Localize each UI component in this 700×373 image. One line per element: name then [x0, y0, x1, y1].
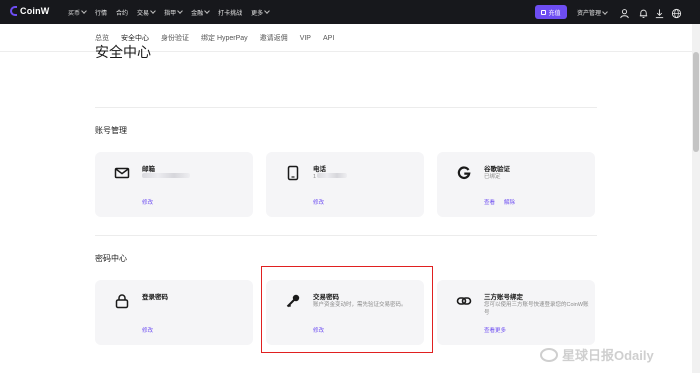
- phone-value-prefix: 1: [313, 174, 317, 180]
- watermark-text: 星球日报Odaily: [562, 348, 654, 363]
- google-auth-status: 已绑定: [484, 174, 501, 180]
- recharge-label: 充值: [548, 10, 561, 17]
- nav-item-finance[interactable]: 金融: [191, 8, 210, 17]
- coinw-logo[interactable]: CoinW: [10, 6, 50, 16]
- section-divider: [95, 235, 597, 236]
- logo-mark-icon: [10, 6, 17, 16]
- chevron-down-icon: [204, 8, 210, 14]
- account-section-title: 账号管理: [95, 126, 127, 135]
- lock-icon: [114, 293, 130, 309]
- google-auth-title: 谷歌验证: [484, 166, 510, 173]
- nav-item-trade[interactable]: 交易: [137, 8, 156, 17]
- download-icon[interactable]: [654, 6, 665, 19]
- globe-icon[interactable]: [671, 6, 682, 19]
- nav-item-market[interactable]: 行情: [95, 8, 107, 17]
- highlight-box: [261, 266, 433, 353]
- google-unbind-link[interactable]: 解除: [504, 198, 515, 206]
- third-party-binding-card: 三方账号绑定 您可以使用三方账号快速登录您的CoinW账号 查看更多: [437, 280, 595, 345]
- nav-item-more[interactable]: 更多: [251, 8, 270, 17]
- nav-label: 打卡挑战: [218, 10, 243, 17]
- chevron-down-icon: [602, 8, 608, 15]
- third-party-title: 三方账号绑定: [484, 294, 523, 301]
- subnav-api[interactable]: API: [323, 35, 334, 42]
- recharge-button[interactable]: 充值: [535, 5, 567, 19]
- assets-label: 资产管理: [577, 11, 602, 17]
- nav-item-checkin[interactable]: 打卡挑战: [218, 8, 242, 17]
- google-icon: [456, 165, 472, 181]
- email-title: 邮箱: [142, 166, 155, 173]
- phone-modify-link[interactable]: 修改: [313, 198, 324, 206]
- phone-value-masked: 1: [313, 173, 418, 181]
- nav-item-buy[interactable]: 买币: [68, 8, 87, 17]
- logo-text: CoinW: [20, 6, 50, 16]
- nav-item-index[interactable]: 指甲: [164, 8, 183, 17]
- nav-label: 指甲: [164, 10, 177, 17]
- login-password-title: 登录密码: [142, 294, 168, 301]
- email-value-masked: [142, 173, 247, 181]
- chevron-down-icon: [177, 8, 183, 14]
- weibo-logo-icon: [540, 347, 558, 362]
- nav-label: 交易: [137, 10, 150, 17]
- google-auth-card: 谷歌验证 已绑定 查看 解除: [437, 152, 595, 217]
- chevron-down-icon: [81, 8, 87, 14]
- email-card: 邮箱 修改: [95, 152, 253, 217]
- nav-item-contract[interactable]: 合约: [116, 8, 128, 17]
- page-scrollbar[interactable]: [692, 24, 700, 373]
- watermark: 星球日报Odaily: [540, 345, 654, 364]
- subnav-identity-verification[interactable]: 身份验证: [161, 33, 189, 43]
- main-nav: 买币 行情 合约 交易 指甲 金融 打卡挑战 更多: [68, 0, 270, 24]
- password-section-title: 密码中心: [95, 254, 127, 263]
- login-password-card: 登录密码 修改: [95, 280, 253, 345]
- phone-title: 电话: [313, 166, 326, 173]
- email-modify-link[interactable]: 修改: [142, 198, 153, 206]
- subnav-bind-hyperpay[interactable]: 绑定 HyperPay: [201, 33, 248, 43]
- assets-menu[interactable]: 资产管理: [577, 8, 608, 17]
- nav-label: 合约: [116, 10, 129, 17]
- nav-label: 买币: [68, 10, 81, 17]
- wallet-icon: [541, 9, 547, 15]
- page-title: 安全中心: [95, 44, 151, 60]
- nav-label: 更多: [251, 10, 264, 17]
- section-divider: [95, 107, 597, 108]
- subnav-vip[interactable]: VIP: [300, 35, 311, 42]
- chevron-down-icon: [150, 8, 156, 14]
- phone-icon: [285, 165, 301, 181]
- top-navbar: CoinW 买币 行情 合约 交易 指甲 金融 打卡挑战 更多 充值 资产管理: [0, 0, 700, 24]
- third-party-desc: 您可以使用三方账号快速登录您的CoinW账号: [484, 302, 589, 316]
- link-icon: [456, 293, 472, 309]
- phone-card: 电话 1 修改: [266, 152, 424, 217]
- nav-label: 行情: [95, 10, 108, 17]
- mail-icon: [114, 165, 130, 181]
- login-password-modify-link[interactable]: 修改: [142, 326, 153, 334]
- google-view-link[interactable]: 查看: [484, 198, 495, 206]
- nav-label: 金融: [191, 10, 204, 17]
- subnav-referral[interactable]: 邀请返佣: [260, 33, 288, 43]
- chevron-down-icon: [264, 8, 270, 14]
- scrollbar-thumb[interactable]: [693, 52, 699, 152]
- third-party-view-more-link[interactable]: 查看更多: [484, 326, 506, 334]
- user-icon[interactable]: [619, 6, 630, 19]
- bell-icon[interactable]: [638, 6, 649, 18]
